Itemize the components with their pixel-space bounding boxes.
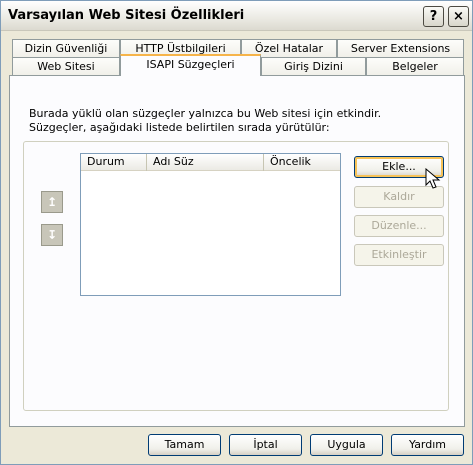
- tab-label: Server Extensions: [350, 42, 451, 55]
- move-up-button[interactable]: ↥: [41, 191, 63, 213]
- apply-button[interactable]: Uygula: [310, 434, 383, 456]
- move-down-button[interactable]: ↧: [41, 224, 63, 246]
- help-button[interactable]: Yardım: [391, 434, 464, 456]
- tab-web-site[interactable]: Web Sitesi: [12, 57, 120, 76]
- tab-server-extensions[interactable]: Server Extensions: [337, 39, 464, 58]
- tab-documents[interactable]: Belgeler: [366, 57, 464, 76]
- tab-label: Özel Hatalar: [254, 42, 324, 55]
- edit-filter-button[interactable]: Düzenle...: [354, 215, 444, 237]
- question-mark-icon: ?: [429, 9, 438, 24]
- tab-directory-security[interactable]: Dizin Güvenliği: [12, 39, 120, 58]
- close-icon: ×: [453, 9, 464, 24]
- list-header: Durum Adı Süz Öncelik: [81, 154, 340, 171]
- help-title-button[interactable]: ?: [423, 6, 444, 27]
- title-bar[interactable]: Varsayılan Web Sitesi Özellikleri ? ×: [1, 1, 472, 31]
- tab-isapi-filters[interactable]: ISAPI Süzgeçleri: [120, 54, 261, 76]
- cancel-button[interactable]: İptal: [229, 434, 302, 456]
- tab-label: Web Sitesi: [37, 60, 95, 73]
- ok-button[interactable]: Tamam: [148, 434, 221, 456]
- filters-description: Burada yüklü olan süzgeçler yalnızca bu …: [29, 107, 382, 134]
- close-title-button[interactable]: ×: [448, 6, 469, 27]
- filters-list[interactable]: Durum Adı Süz Öncelik: [80, 153, 341, 296]
- tab-home-directory[interactable]: Giriş Dizini: [261, 57, 366, 76]
- tab-label: Belgeler: [392, 60, 438, 73]
- mouse-pointer-icon: [425, 168, 441, 189]
- tab-label: Giriş Dizini: [284, 60, 343, 73]
- column-filter-name[interactable]: Adı Süz: [147, 154, 264, 171]
- tab-label: Dizin Güvenliği: [24, 42, 108, 55]
- arrow-down-icon: ↧: [46, 228, 58, 242]
- column-priority[interactable]: Öncelik: [264, 154, 340, 171]
- arrow-up-icon: ↥: [46, 195, 58, 209]
- properties-dialog: Varsayılan Web Sitesi Özellikleri ? × Di…: [0, 0, 473, 465]
- enable-filter-button[interactable]: Etkinleştir: [354, 244, 444, 266]
- column-status[interactable]: Durum: [81, 154, 147, 171]
- window-title: Varsayılan Web Sitesi Özellikleri: [8, 8, 245, 23]
- tab-label: ISAPI Süzgeçleri: [146, 58, 235, 71]
